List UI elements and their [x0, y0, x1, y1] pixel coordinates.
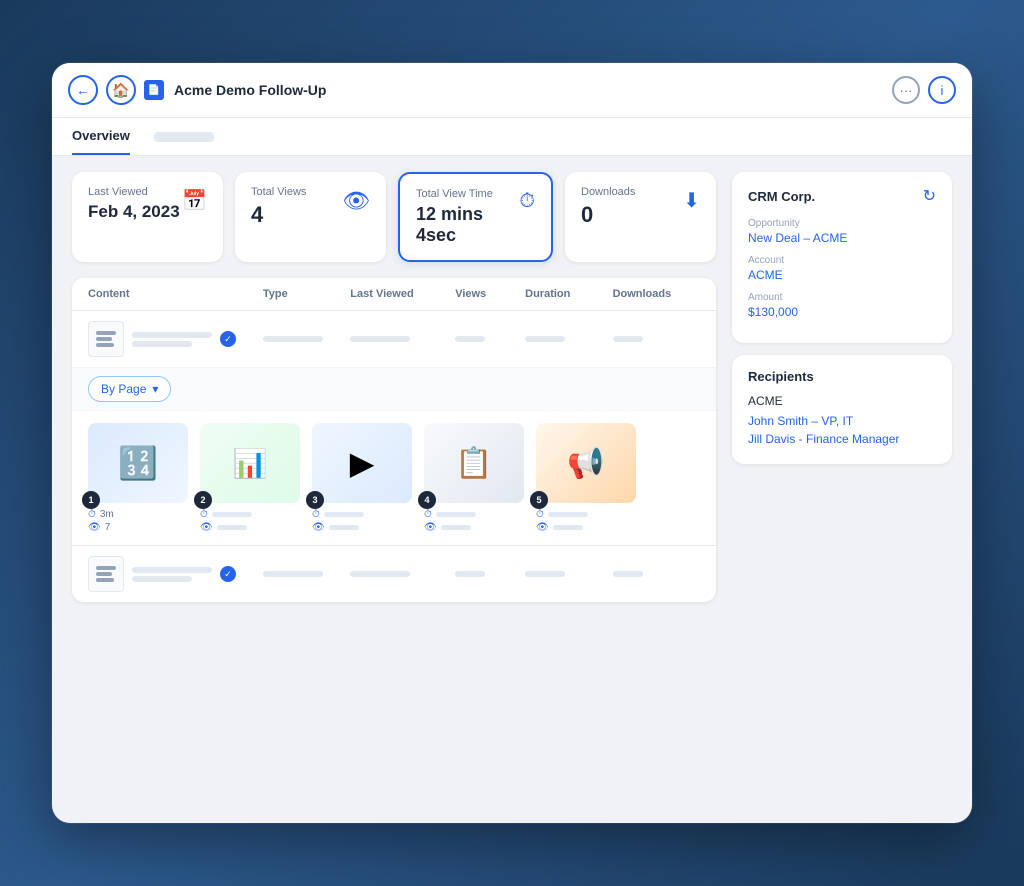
recipients-card: Recipients ACME John Smith – VP, IT Jill… — [732, 355, 952, 464]
stats-row: Last Viewed Feb 4, 2023 📅 Total Views 4 … — [72, 172, 716, 262]
row-content-cell: ✓ — [88, 321, 263, 357]
page-card-2: 📊 2 ⏱ 👁 — [200, 423, 300, 533]
crm-account-value[interactable]: ACME — [748, 268, 936, 282]
crm-account-field: Account ACME — [748, 255, 936, 282]
tab-overview[interactable]: Overview — [72, 118, 130, 155]
tabs-bar: Overview — [52, 118, 972, 156]
page-card-3: ▶ 3 ⏱ 👁 — [312, 423, 412, 533]
home-button[interactable]: 🏠 — [106, 75, 136, 105]
recipient-john-smith[interactable]: John Smith – VP, IT — [748, 414, 936, 428]
col-type: Type — [263, 288, 350, 300]
back-button[interactable]: ← — [68, 75, 98, 105]
col-downloads: Downloads — [613, 288, 700, 300]
doc-icon: 📄 — [144, 80, 164, 100]
recipient-jill-davis[interactable]: Jill Davis - Finance Manager — [748, 432, 936, 446]
total-view-time-value: 12 mins 4sec — [416, 204, 519, 246]
by-page-dropdown[interactable]: By Page ▾ — [88, 376, 171, 402]
page-num-badge-3: 3 — [306, 491, 324, 509]
last-viewed-card: Last Viewed Feb 4, 2023 📅 — [72, 172, 223, 262]
table-header: Content Type Last Viewed Views Duration … — [72, 278, 716, 311]
last-viewed-label: Last Viewed — [88, 186, 180, 198]
title-actions: ··· i — [892, 76, 956, 104]
main-content: Last Viewed Feb 4, 2023 📅 Total Views 4 … — [52, 156, 972, 618]
doc-thumbnail — [88, 321, 124, 357]
recipient-org: ACME — [748, 394, 936, 408]
total-view-time-card: Total View Time 12 mins 4sec ⏱ — [398, 172, 553, 262]
duration-cell — [525, 336, 612, 342]
recipients-title: Recipients — [748, 369, 936, 384]
download-icon: ⬇ — [683, 188, 700, 213]
bottom-row-content: ✓ — [88, 556, 263, 592]
total-views-card: Total Views 4 👁 — [235, 172, 386, 262]
page-card-5: 📢 5 ⏱ 👁 — [536, 423, 636, 533]
last-viewed-cell — [350, 336, 455, 342]
downloads-label: Downloads — [581, 186, 635, 198]
page-thumb-2[interactable]: 📊 2 — [200, 423, 300, 503]
page-num-badge-2: 2 — [194, 491, 212, 509]
total-view-time-label: Total View Time — [416, 188, 519, 200]
calendar-icon: 📅 — [182, 188, 207, 213]
last-viewed-value: Feb 4, 2023 — [88, 202, 180, 222]
page-num-badge-5: 5 — [530, 491, 548, 509]
col-views: Views — [455, 288, 525, 300]
bottom-check-icon: ✓ — [220, 566, 236, 582]
chevron-down-icon: ▾ — [152, 382, 158, 396]
crm-card: CRM Corp. ↻ Opportunity New Deal – ACME … — [732, 172, 952, 343]
bottom-table-row: ✓ — [72, 545, 716, 602]
col-last-viewed: Last Viewed — [350, 288, 455, 300]
crm-amount-value[interactable]: $130,000 — [748, 305, 936, 319]
page-thumb-5[interactable]: 📢 5 — [536, 423, 636, 503]
type-cell — [263, 336, 350, 342]
title-bar: ← 🏠 📄 Acme Demo Follow-Up ··· i — [52, 63, 972, 118]
crm-amount-label: Amount — [748, 292, 936, 303]
total-views-label: Total Views — [251, 186, 306, 198]
downloads-value: 0 — [581, 202, 635, 228]
page-thumb-4[interactable]: 📋 4 — [424, 423, 524, 503]
clock-icon: ⏱ — [88, 509, 96, 520]
right-panel: CRM Corp. ↻ Opportunity New Deal – ACME … — [732, 172, 952, 602]
nav-buttons: ← 🏠 📄 — [68, 75, 164, 105]
page-card-4: 📋 4 ⏱ 👁 — [424, 423, 524, 533]
total-views-value: 4 — [251, 202, 306, 228]
left-panel: Last Viewed Feb 4, 2023 📅 Total Views 4 … — [72, 172, 716, 602]
by-page-row: By Page ▾ — [72, 368, 716, 411]
page-card-1: 🔢 1 ⏱ 3m 👁 7 — [88, 423, 188, 533]
refresh-icon[interactable]: ↻ — [923, 186, 936, 206]
table-row: ✓ — [72, 311, 716, 368]
col-duration: Duration — [525, 288, 612, 300]
tab-secondary[interactable] — [154, 118, 214, 155]
crm-opportunity-field: Opportunity New Deal – ACME — [748, 218, 936, 245]
page-thumb-1[interactable]: 🔢 1 — [88, 423, 188, 503]
crm-amount-field: Amount $130,000 — [748, 292, 936, 319]
crm-opportunity-value[interactable]: New Deal – ACME — [748, 231, 936, 245]
window-title: Acme Demo Follow-Up — [174, 82, 882, 98]
crm-opportunity-label: Opportunity — [748, 218, 936, 229]
page-thumb-3[interactable]: ▶ 3 — [312, 423, 412, 503]
check-icon: ✓ — [220, 331, 236, 347]
eye-icon: 👁 — [342, 188, 370, 214]
eye-icon-small: 👁 — [88, 522, 101, 533]
views-cell — [455, 336, 525, 342]
bottom-doc-thumb — [88, 556, 124, 592]
crm-title: CRM Corp. — [748, 189, 815, 204]
content-card: Content Type Last Viewed Views Duration … — [72, 278, 716, 602]
crm-account-label: Account — [748, 255, 936, 266]
col-content: Content — [88, 288, 263, 300]
pages-grid: 🔢 1 ⏱ 3m 👁 7 — [72, 411, 716, 545]
info-button[interactable]: i — [928, 76, 956, 104]
page-num-badge-1: 1 — [82, 491, 100, 509]
more-button[interactable]: ··· — [892, 76, 920, 104]
page-num-badge-4: 4 — [418, 491, 436, 509]
downloads-cell — [613, 336, 700, 342]
timer-icon: ⏱ — [519, 190, 535, 213]
downloads-card: Downloads 0 ⬇ — [565, 172, 716, 262]
